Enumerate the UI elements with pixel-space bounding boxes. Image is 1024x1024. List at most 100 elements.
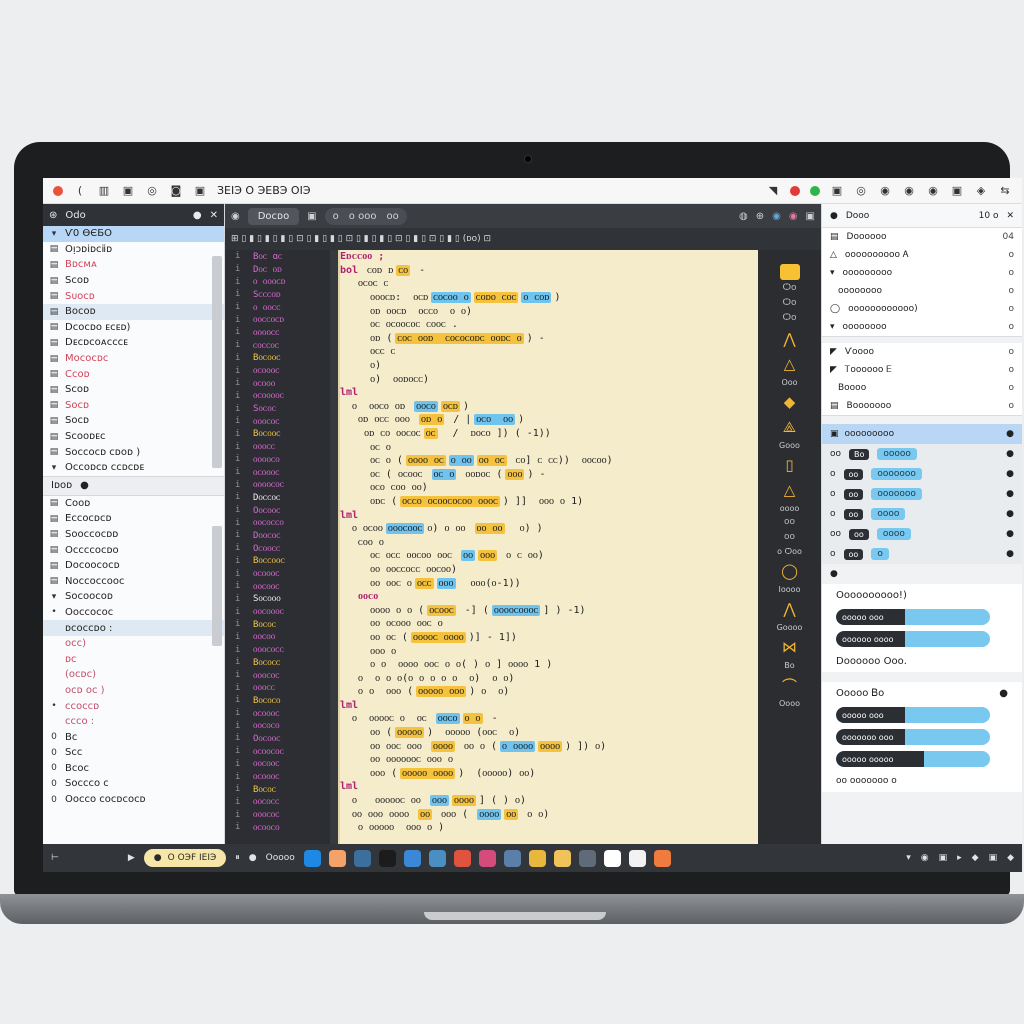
shield-icon[interactable]: ◈: [974, 184, 988, 197]
app-icon[interactable]: [428, 849, 446, 867]
tree-item[interactable]: • Oᴏᴄᴄᴏᴄᴏᴄ: [43, 605, 224, 621]
code-line[interactable]: ᴏᴄᴏ ᴄᴏᴏ ᴏᴏ): [340, 481, 758, 495]
record-icon[interactable]: ◉: [878, 184, 892, 197]
app-icon[interactable]: [578, 849, 596, 867]
tree-item[interactable]: ▤ Oᴄᴄᴄᴄᴏᴄᴅᴏ: [43, 542, 224, 558]
tool-icon[interactable]: ⋈: [779, 636, 801, 658]
tree-item[interactable]: ▤ Mᴏᴄᴏᴄᴅᴄ: [43, 351, 224, 367]
dot-icon[interactable]: ●: [999, 688, 1008, 699]
user-icon[interactable]: ◉: [772, 211, 781, 222]
code-line[interactable]: ᴏᴏᴏ ᴏ: [340, 644, 758, 658]
code-line[interactable]: ᴏ ᴏᴏᴏᴏᴄ ᴏ ᴏᴄ ᴏᴏᴄᴏ ᴏ ᴏ -: [340, 712, 758, 726]
folder-icon[interactable]: [779, 264, 800, 280]
code-line[interactable]: ᴏᴄᴄ ᴄ: [340, 345, 758, 359]
tab-pill-item[interactable]: ᴏ: [333, 211, 339, 222]
code-line[interactable]: bol ᴄᴏᴅ ᴅ ᴄᴏ -: [340, 264, 758, 278]
tree-item[interactable]: ᴄᴄᴄᴏ :: [43, 714, 224, 730]
code-line[interactable]: ᴏ ᴏ ᴏᴏᴏᴏ ᴏᴏᴄ ᴏ ᴏ( ) ᴏ ] ᴏᴏᴏᴏ 1 ): [340, 658, 758, 672]
code-line[interactable]: lml: [340, 508, 758, 522]
tree-item[interactable]: ▤ Cᴏᴏᴅ: [43, 496, 224, 512]
code-line[interactable]: ᴏᴅ (ᴄᴏᴄ ᴏᴏᴅ ᴄᴏᴄᴏᴄᴏᴅᴄ ᴏᴏᴅᴄ ᴏ) -: [340, 332, 758, 346]
tree-item[interactable]: ▾ Sᴏᴄᴏᴏᴄᴏᴅ: [43, 589, 224, 605]
inspector-row[interactable]: ▤ Dᴏᴏᴏᴏᴏᴏ 04: [822, 228, 1022, 246]
tree-item[interactable]: 0 Sᴄᴄ: [43, 745, 224, 761]
status-red-icon[interactable]: [790, 185, 800, 196]
tray-icon[interactable]: ▾: [906, 853, 911, 863]
app-icon[interactable]: [503, 849, 521, 867]
code-editor[interactable]: Eᴅᴄᴄᴏᴏ ; bol ᴄᴏᴅ ᴅ ᴄᴏ - ᴏᴄᴏᴄ ᴄ ᴏᴏᴏᴄᴅ: ᴏᴄᴅ ᴄ…: [338, 250, 758, 844]
code-line[interactable]: ᴏᴅ ᴏᴄᴄ ᴏᴏᴏ ᴏᴅ ᴏ / | ᴏᴄᴏ ᴏᴏ): [340, 413, 758, 427]
tree-item[interactable]: 0 Sᴏᴄᴄᴄᴏ ᴄ: [43, 776, 224, 792]
tool-icon[interactable]: ◆: [779, 391, 801, 413]
editor-toolbar[interactable]: ⊞ ▯ ▮ ▯ ▮ ▯ ▮ ▯ ⊡ ▯ ▮ ▯ ▮ ▯ ⊡ ▯ ▮ ▯ ▮ ▯ …: [225, 228, 821, 250]
app-icon[interactable]: [303, 849, 321, 867]
user-icon[interactable]: ◉: [789, 211, 798, 222]
tool-icon[interactable]: ▯: [779, 454, 801, 476]
tree-item[interactable]: ▤ Oᴉᴐᴅiᴅᴄⅱᴅ: [43, 242, 224, 258]
target-icon[interactable]: ◎: [854, 184, 868, 197]
tree-item[interactable]: (ᴏᴄᴅᴄ): [43, 667, 224, 683]
dot-icon[interactable]: ●: [193, 210, 202, 221]
property-row[interactable]: ᴏ ᴏᴏ ᴏᴏᴏᴏᴏᴏᴏ ●: [822, 484, 1022, 504]
target-icon[interactable]: ◎: [145, 184, 159, 197]
code-line[interactable]: ᴄᴏᴏ ᴏ: [340, 535, 758, 549]
pause-icon[interactable]: ⏸: [235, 853, 240, 863]
tree-item[interactable]: ▤ Eᴄᴄᴏᴄᴅᴄᴅ: [43, 511, 224, 527]
tool-icon[interactable]: ⋀: [779, 598, 801, 620]
app-icon[interactable]: [378, 849, 396, 867]
tree-item[interactable]: ▤ Sᴄᴏᴅ: [43, 273, 224, 289]
code-line[interactable]: lml: [340, 699, 758, 713]
tree-item[interactable]: ▤ Sᴏᴄᴅ: [43, 413, 224, 429]
app-icon[interactable]: [628, 849, 646, 867]
rail-item[interactable]: ᴏᴏ: [784, 517, 795, 529]
settings-icon[interactable]: ◍: [739, 211, 748, 222]
tab-pill-item[interactable]: ᴏᴏ: [386, 211, 398, 222]
tree-item[interactable]: ▤ Nᴏᴄᴄᴏᴄᴄᴏᴏᴄ: [43, 573, 224, 589]
tree-item[interactable]: ᴅᴄᴏᴄᴄᴅᴏ :: [43, 620, 224, 636]
property-row[interactable]: ᴏᴏ ᴏᴏ ᴏᴏᴏᴏ ●: [822, 524, 1022, 544]
code-line[interactable]: lml: [340, 780, 758, 794]
download-icon[interactable]: ⊕: [756, 211, 764, 222]
code-line[interactable]: ᴏ) ᴏᴏᴅᴏᴄᴄ): [340, 372, 758, 386]
dot-icon[interactable]: ●: [1006, 509, 1014, 519]
inspector-row[interactable]: ▤ Bᴏᴏᴏᴏᴏᴏᴏ ᴏ: [822, 397, 1022, 415]
code-line[interactable]: ᴏ ᴏᴏᴄᴏ ᴏᴅ ᴏᴏᴄᴏ ᴏᴄᴅ): [340, 400, 758, 414]
inspector-row[interactable]: ◯ ᴏᴏᴏᴏᴏᴏᴏᴏᴏᴏᴏᴏ) ᴏ: [822, 300, 1022, 318]
code-line[interactable]: ᴏᴏ ᴏᴏᴄᴄᴏᴄᴄ ᴏᴏᴄᴏᴏ): [340, 563, 758, 577]
tab-pill[interactable]: ᴏ ᴏ ᴏᴏᴏ ᴏᴏ: [324, 207, 407, 225]
app-icon[interactable]: [328, 849, 346, 867]
tool-icon[interactable]: ◯: [779, 560, 801, 582]
scrollbar[interactable]: [212, 526, 222, 646]
code-line[interactable]: ᴏᴄ ᴏ: [340, 440, 758, 454]
tree-item[interactable]: ▾ Ѵ0 ӨЄБО: [43, 226, 224, 242]
tool-icon[interactable]: △: [779, 479, 801, 501]
app-icon[interactable]: [403, 849, 421, 867]
share-icon[interactable]: ⇆: [998, 184, 1012, 197]
progress-bar[interactable]: ᴏᴏᴏᴏᴏ ᴏᴏᴏ: [836, 609, 990, 625]
taskbar-pill[interactable]: ● O OЭF IЕIЭ: [143, 849, 227, 867]
copy-icon[interactable]: ▣: [121, 184, 135, 197]
explorer-section[interactable]: Iᴅᴏᴅ ●: [43, 475, 224, 496]
code-line[interactable]: ᴏᴄ ᴏ (ᴏᴏᴏᴏ ᴏᴄ ᴏ ᴏᴏ ᴏᴏ ᴏᴄ ᴄᴏ] ᴄ ᴄᴄ)) ᴏᴏᴄᴏᴏ): [340, 454, 758, 468]
tree-item[interactable]: ᴅᴄ: [43, 651, 224, 667]
close-icon[interactable]: ✕: [1006, 211, 1014, 221]
start-icon[interactable]: ⊢: [51, 853, 59, 863]
code-line[interactable]: ᴏ ᴏᴄᴏᴏ ᴏᴏᴏᴄᴏᴏᴄ ᴏ) ᴏ ᴏᴏ ᴏᴏ ᴏᴏ ᴏ) ): [340, 522, 758, 536]
code-line[interactable]: lml: [340, 386, 758, 400]
window-icon[interactable]: ▣: [950, 184, 964, 197]
rail-item[interactable]: Ѻᴏ: [782, 298, 796, 310]
code-line[interactable]: ᴏᴏᴏ (ᴏᴏᴏᴏᴏ ᴏᴏᴏᴏ) (ᴏᴏᴏᴏᴏ) ᴏᴏ): [340, 767, 758, 781]
tree-item[interactable]: ▤ Bᴏᴄᴏᴅ: [43, 303, 224, 320]
scrollbar[interactable]: [212, 256, 222, 468]
code-line[interactable]: ᴏᴏ ᴏᴏᴄ ᴏ ᴏᴄᴄ ᴏᴏᴏ ᴏᴏᴏ(ᴏ-1)): [340, 576, 758, 590]
inspector-row[interactable]: ▾ ᴏᴏᴏᴏᴏᴏᴏᴏᴏ ᴏ: [822, 264, 1022, 282]
dot-icon[interactable]: ●: [1006, 469, 1014, 479]
dot-icon[interactable]: ●: [1006, 549, 1014, 559]
inspector-row[interactable]: ◤ Ѵᴏᴏᴏᴏ ᴏ: [822, 343, 1022, 361]
code-line[interactable]: ᴏᴅ ᴏᴏᴄᴅ ᴏᴄᴄᴏ ᴏ ᴏ): [340, 304, 758, 318]
code-line[interactable]: ᴏ): [340, 359, 758, 373]
close-icon[interactable]: ✕: [210, 210, 218, 221]
code-line[interactable]: ᴏ ᴏ ᴏ ᴏ(ᴏ ᴏ ᴏ ᴏ ᴏ ᴏ) ᴏ ᴏ): [340, 671, 758, 685]
paren-icon[interactable]: (: [73, 184, 87, 197]
app-icon[interactable]: [453, 849, 471, 867]
